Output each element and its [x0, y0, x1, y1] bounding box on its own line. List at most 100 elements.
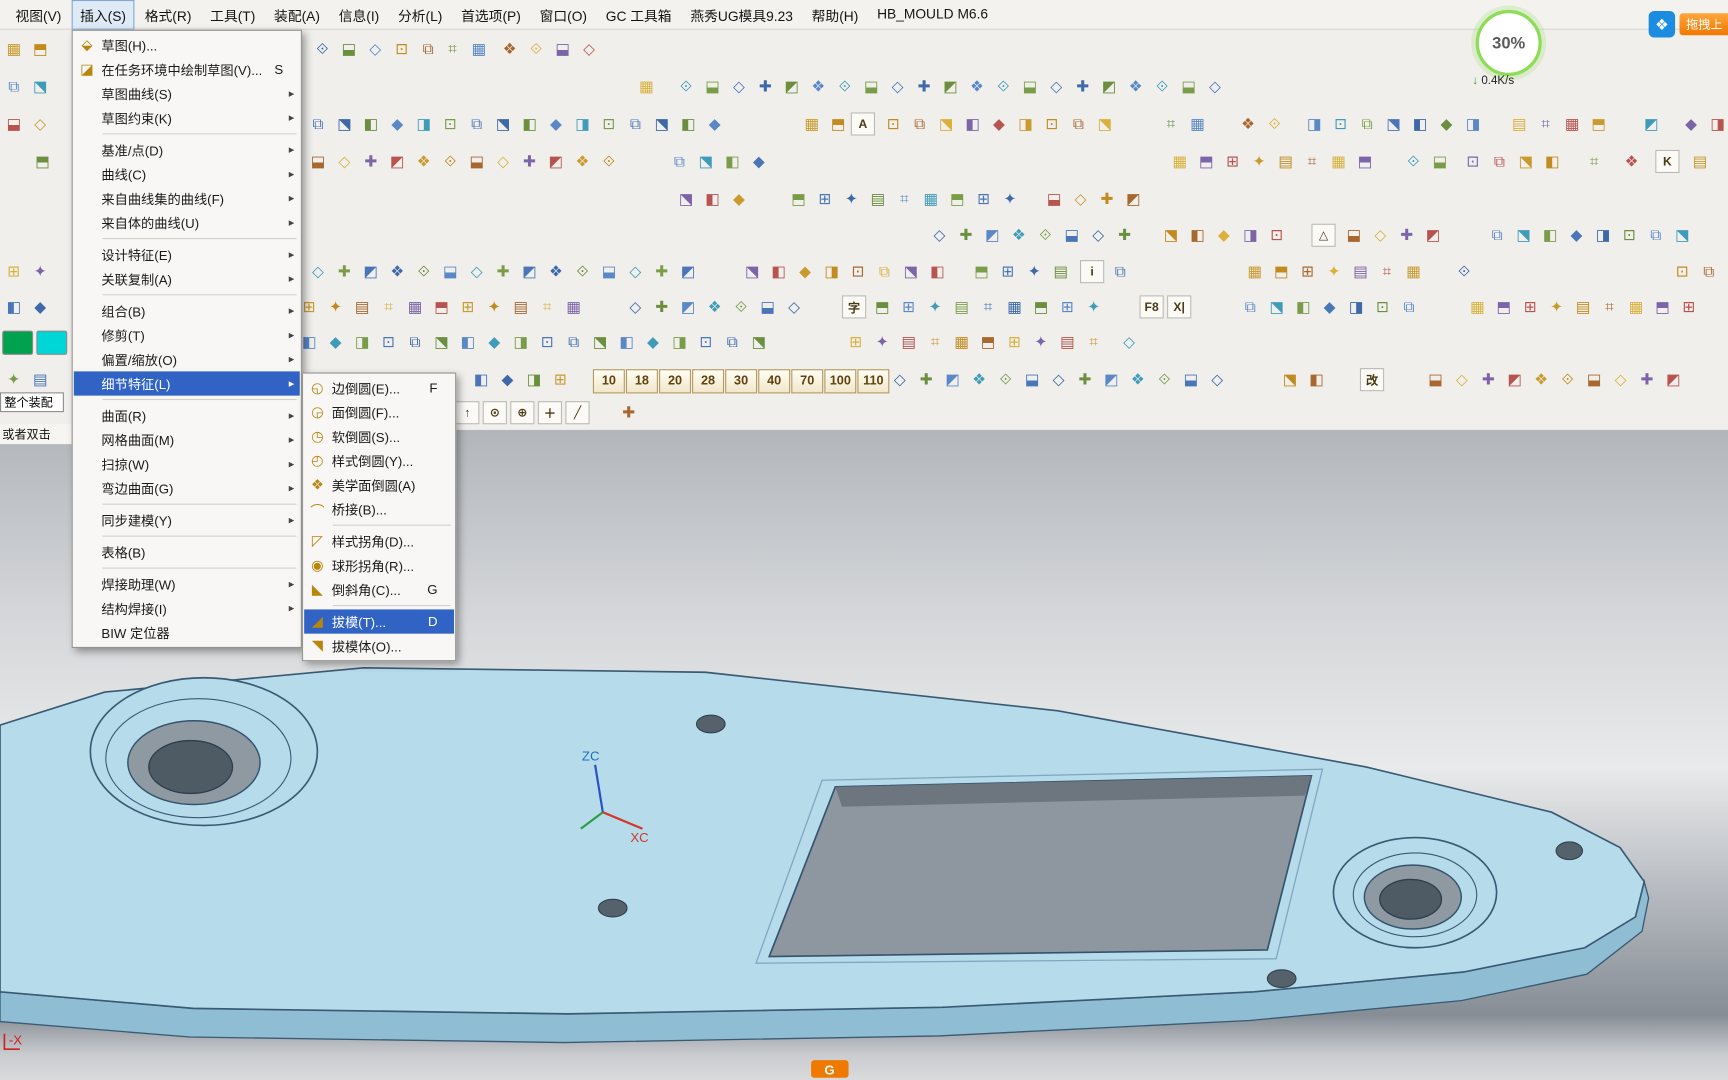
- tool-icon[interactable]: ⬓: [439, 260, 462, 283]
- tool-icon[interactable]: ▦: [403, 295, 426, 318]
- tool-icon[interactable]: ▦: [467, 37, 490, 60]
- tool-icon[interactable]: ▦: [950, 331, 973, 354]
- tool-icon[interactable]: ⧉: [562, 331, 585, 354]
- tool-icon[interactable]: ◨: [1591, 224, 1614, 247]
- tool-button[interactable]: △: [1311, 224, 1335, 247]
- tool-icon[interactable]: ⧉: [1397, 295, 1420, 318]
- tool-icon[interactable]: ✚: [912, 75, 935, 98]
- tool-icon[interactable]: ⬓: [701, 75, 724, 98]
- tool-icon[interactable]: ⟐: [1034, 224, 1057, 247]
- tool-icon[interactable]: ✚: [1113, 224, 1136, 247]
- tool-icon[interactable]: ⊞: [996, 260, 1019, 283]
- tool-icon[interactable]: ◇: [1206, 368, 1229, 391]
- tool-icon[interactable]: ⟐: [439, 150, 462, 173]
- tool-icon[interactable]: ◇: [1609, 368, 1632, 391]
- tool-icon[interactable]: ⟐: [571, 260, 594, 283]
- tool-icon[interactable]: ⬓: [2, 112, 25, 135]
- tool-icon[interactable]: ⊡: [1618, 224, 1641, 247]
- tool-icon[interactable]: ◧: [1541, 150, 1564, 173]
- tool-icon[interactable]: ⬔: [1512, 224, 1535, 247]
- tool-icon[interactable]: ⟐: [674, 75, 697, 98]
- tool-icon[interactable]: ✦: [1248, 150, 1271, 173]
- tool-icon[interactable]: ✦: [1023, 260, 1046, 283]
- tool-icon[interactable]: ▤: [1056, 331, 1079, 354]
- tool-icon[interactable]: ⊞: [2, 260, 25, 283]
- tool-icon[interactable]: ◩: [1122, 187, 1145, 210]
- tool-icon[interactable]: ✚: [333, 260, 356, 283]
- tool-icon[interactable]: ⊡: [882, 112, 905, 135]
- tool-icon[interactable]: ❖: [807, 75, 830, 98]
- tool-icon[interactable]: ◧: [456, 331, 479, 354]
- menubar-item[interactable]: 分析(L): [389, 0, 451, 29]
- tool-icon[interactable]: ⬓: [1179, 368, 1202, 391]
- tool-icon[interactable]: ⬔: [492, 112, 515, 135]
- assembly-scope-select[interactable]: 整个装配: [0, 392, 64, 412]
- tool-icon[interactable]: ✚: [1635, 368, 1658, 391]
- insert-menu-item[interactable]: 细节特征(L)▸: [74, 371, 300, 395]
- insert-menu-item[interactable]: ⬙草图(H)...: [74, 33, 300, 57]
- tool-icon[interactable]: ▦: [800, 112, 823, 135]
- tool-icon[interactable]: ▤: [950, 295, 973, 318]
- tool-icon[interactable]: ◇: [727, 75, 750, 98]
- tool-icon[interactable]: ✦: [1029, 331, 1052, 354]
- tool-icon[interactable]: ✚: [1071, 75, 1094, 98]
- size-button[interactable]: 30: [725, 369, 757, 393]
- tool-button[interactable]: ⊙: [483, 401, 507, 424]
- tool-icon[interactable]: ⟐: [1452, 260, 1475, 283]
- size-button[interactable]: 40: [758, 369, 790, 393]
- tool-icon[interactable]: ⌗: [1583, 150, 1606, 173]
- tool-icon[interactable]: ◨: [1461, 112, 1484, 135]
- tool-icon[interactable]: ▦: [1003, 295, 1026, 318]
- menubar-item[interactable]: 格式(R): [136, 0, 200, 29]
- tool-icon[interactable]: ✦: [1545, 295, 1568, 318]
- tool-icon[interactable]: ⌗: [1375, 260, 1398, 283]
- size-button[interactable]: 70: [791, 369, 823, 393]
- tool-icon[interactable]: ⧉: [417, 37, 440, 60]
- tool-icon[interactable]: ⊞: [456, 295, 479, 318]
- tool-icon[interactable]: ✚: [1477, 368, 1500, 391]
- tool-icon[interactable]: ❖: [412, 150, 435, 173]
- detail-submenu-item[interactable]: ⌒桥接(B)...: [304, 497, 454, 521]
- tool-icon[interactable]: ◨: [1014, 112, 1037, 135]
- tool-icon[interactable]: ◆: [727, 187, 750, 210]
- tool-icon[interactable]: ◧: [767, 260, 790, 283]
- tool-icon[interactable]: ✦: [483, 295, 506, 318]
- tool-icon[interactable]: ⊡: [390, 37, 413, 60]
- tool-icon[interactable]: ⧉: [1697, 260, 1720, 283]
- tool-icon[interactable]: ⌗: [1082, 331, 1105, 354]
- tool-icon[interactable]: ◧: [1186, 224, 1209, 247]
- size-button[interactable]: 100: [824, 369, 856, 393]
- tool-icon[interactable]: ◧: [1305, 368, 1328, 391]
- tool-icon[interactable]: ▦: [1243, 260, 1266, 283]
- tool-icon[interactable]: ⌗: [976, 295, 999, 318]
- tool-icon[interactable]: ⧉: [1356, 112, 1379, 135]
- insert-menu-item[interactable]: 关联复制(A)▸: [74, 267, 300, 291]
- tool-icon[interactable]: ⊡: [1461, 150, 1484, 173]
- tool-icon[interactable]: ✦: [840, 187, 863, 210]
- tool-icon[interactable]: ◇: [624, 260, 647, 283]
- tool-icon[interactable]: ⟐: [1402, 150, 1425, 173]
- tool-icon[interactable]: ▦: [1186, 112, 1209, 135]
- insert-menu-item[interactable]: 弯边曲面(G)▸: [74, 476, 300, 500]
- tool-icon[interactable]: ⬓: [597, 260, 620, 283]
- insert-menu-item[interactable]: 修剪(T)▸: [74, 323, 300, 347]
- tool-icon[interactable]: ◇: [928, 224, 951, 247]
- tool-icon[interactable]: ◇: [1203, 75, 1226, 98]
- tool-icon[interactable]: ⧉: [1239, 295, 1262, 318]
- tool-icon[interactable]: ◩: [1422, 224, 1445, 247]
- tool-icon[interactable]: ⧉: [2, 75, 25, 98]
- tool-icon[interactable]: ⊞: [1296, 260, 1319, 283]
- menubar-item[interactable]: 信息(I): [330, 0, 388, 29]
- tool-icon[interactable]: ⧉: [1067, 112, 1090, 135]
- tool-icon[interactable]: ◇: [1047, 368, 1070, 391]
- tool-icon[interactable]: ▦: [919, 187, 942, 210]
- tool-icon[interactable]: ◇: [364, 37, 387, 60]
- tool-icon[interactable]: ⬓: [1020, 368, 1043, 391]
- size-button[interactable]: 10: [593, 369, 625, 393]
- tool-icon[interactable]: ◧: [677, 112, 700, 135]
- tool-icon[interactable]: ⬓: [756, 295, 779, 318]
- tool-icon[interactable]: ⧉: [908, 112, 931, 135]
- tool-icon[interactable]: ⬒: [1353, 150, 1376, 173]
- tool-icon[interactable]: ❖: [965, 75, 988, 98]
- tool-icon[interactable]: ⧉: [624, 112, 647, 135]
